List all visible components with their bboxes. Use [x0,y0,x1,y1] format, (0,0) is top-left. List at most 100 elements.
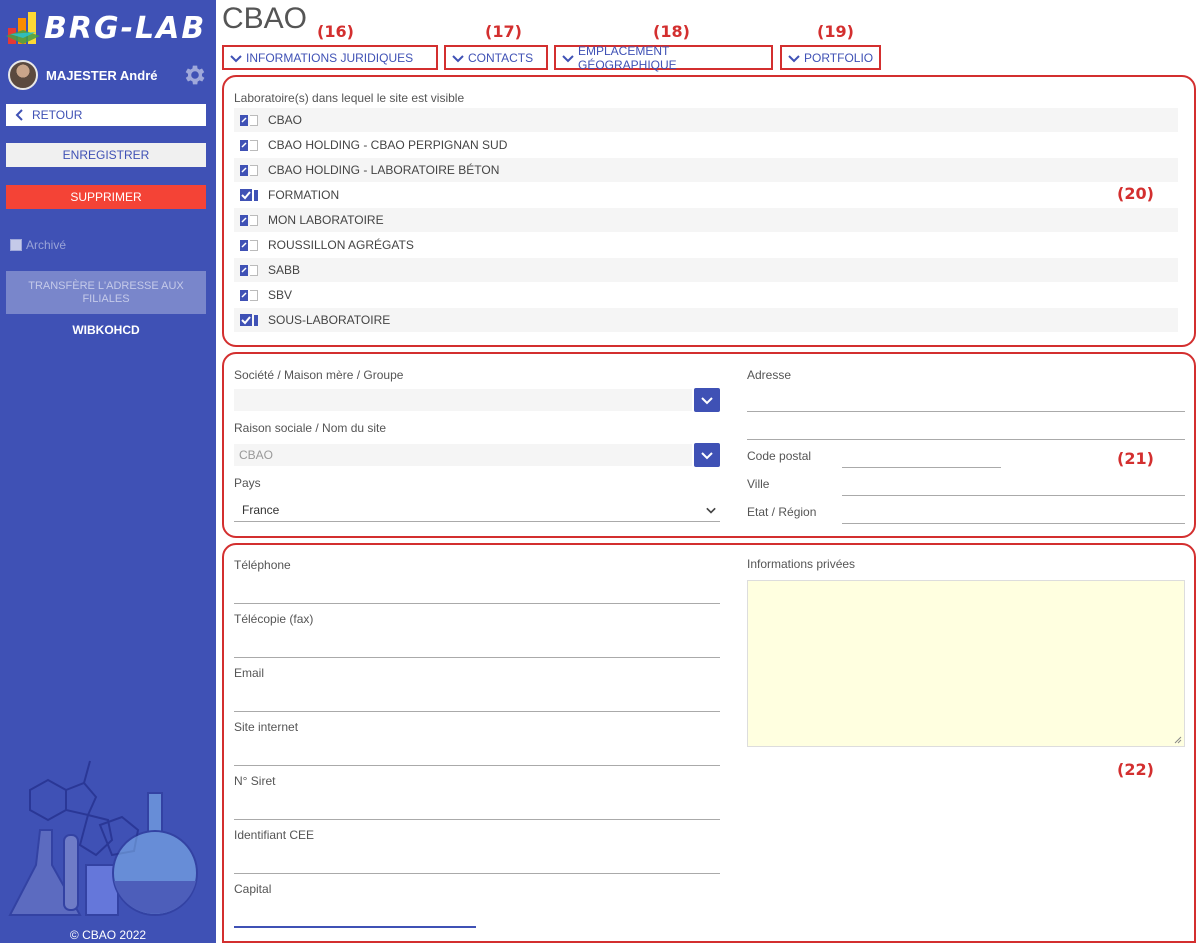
checkbox-partial-icon[interactable] [234,139,268,151]
raison-dropdown-button[interactable] [694,443,720,467]
raison-select[interactable]: CBAO [234,444,692,466]
tab-label: INFORMATIONS JURIDIQUES [246,50,414,65]
copyright: © CBAO 2022 [69,928,147,942]
save-button[interactable]: ENREGISTRER [6,143,206,167]
annotation-21: (21) [1117,449,1154,468]
email-label: Email [234,666,265,680]
raison-label: Raison sociale / Nom du site [234,421,387,435]
chevron-down-icon [788,54,800,62]
sidebar: BRG-LAB MAJESTER André RETOUR ENREGISTRE… [0,0,216,943]
lab-name: CBAO [268,113,303,127]
checkbox-partial-icon[interactable] [234,114,268,126]
lab-row[interactable]: MON LABORATOIRE [234,208,1178,232]
user-name: MAJESTER André [46,67,158,83]
lab-name: ROUSSILLON AGRÉGATS [268,238,414,252]
checkbox-checked-icon[interactable] [234,314,268,326]
address-line1-input[interactable] [747,390,1185,412]
checkbox-partial-icon[interactable] [234,239,268,251]
gear-icon[interactable] [182,62,208,88]
back-label: RETOUR [32,108,83,122]
chevron-down-icon [706,507,716,514]
transfer-address-button[interactable]: TRANSFÈRE L'ADRESSE AUX FILIALES [6,271,206,314]
lab-name: CBAO HOLDING - CBAO PERPIGNAN SUD [268,138,508,152]
lab-name: SBV [268,288,293,302]
country-label: Pays [234,476,261,490]
checkbox-partial-icon[interactable] [234,289,268,301]
app-root: BRG-LAB MAJESTER André RETOUR ENREGISTRE… [0,0,1199,943]
archive-label: Archivé [26,238,67,252]
city-label: Ville [747,477,770,491]
cee-label: Identifiant CEE [234,828,315,842]
lab-row[interactable]: FORMATION [234,183,1178,207]
back-button[interactable]: RETOUR [6,104,206,126]
lab-row[interactable]: CBAO HOLDING - LABORATOIRE BÉTON [234,158,1178,182]
lab-row[interactable]: SBV [234,283,1178,307]
annotation-16: (16) [317,22,354,41]
tab-label: CONTACTS [468,50,534,65]
state-input[interactable] [842,502,1185,524]
company-label: Société / Maison mère / Groupe [234,368,404,382]
annotation-22: (22) [1117,760,1154,779]
website-input[interactable] [234,742,720,766]
lab-glassware-illustration [8,760,198,916]
checkbox-partial-icon[interactable] [234,214,268,226]
checkbox-checked-icon[interactable] [234,189,268,201]
brand-logo: BRG-LAB [6,8,206,48]
address-line2-input[interactable] [747,418,1185,440]
capital-input[interactable] [234,904,476,928]
delete-button[interactable]: SUPPRIMER [6,185,206,209]
avatar[interactable] [8,60,38,90]
tab-portfolio[interactable]: PORTFOLIO [780,45,881,70]
tab-label: EMPLACEMENT GÉOGRAPHIQUE [577,43,677,72]
postal-input[interactable] [842,446,1001,468]
cee-input[interactable] [234,850,720,874]
tab-emplacement-geographique[interactable]: EMPLACEMENT GÉOGRAPHIQUE [554,43,773,72]
tab-informations-juridiques[interactable]: INFORMATIONS JURIDIQUES [222,45,438,70]
annotation-18: (18) [653,22,690,41]
tab-contacts[interactable]: CONTACTS [444,45,548,70]
state-label: Etat / Région [747,505,817,519]
lab-row[interactable]: CBAO HOLDING - CBAO PERPIGNAN SUD [234,133,1178,157]
lab-name: FORMATION [268,188,340,202]
lab-row[interactable]: ROUSSILLON AGRÉGATS [234,233,1178,257]
phone-input[interactable] [234,580,720,604]
postal-label: Code postal [747,449,812,463]
checkbox-partial-icon[interactable] [234,164,268,176]
chevron-down-icon [230,54,242,62]
chevron-left-icon [15,109,23,121]
user-panel: MAJESTER André [8,60,208,90]
chevron-down-icon [701,452,713,460]
chevron-down-icon [701,397,713,405]
lab-name: MON LABORATOIRE [268,213,384,227]
private-info-label: Informations privées [747,557,856,571]
labs-label: Laboratoire(s) dans lequel le site est v… [234,91,465,105]
checkbox-partial-icon[interactable] [234,264,268,276]
page-title: CBAO [222,2,308,35]
lab-name: CBAO HOLDING - LABORATOIRE BÉTON [268,163,500,177]
archive-checkbox[interactable]: Archivé [10,238,66,252]
private-info-textarea[interactable] [747,580,1185,747]
siret-input[interactable] [234,796,720,820]
annotation-17: (17) [485,22,522,41]
annotation-19: (19) [817,22,854,41]
siret-label: N° Siret [234,774,276,788]
raison-value: CBAO [239,448,274,462]
city-input[interactable] [842,474,1185,496]
company-select[interactable] [234,389,692,411]
fax-input[interactable] [234,634,720,658]
fax-label: Télécopie (fax) [234,612,314,626]
lab-name: SABB [268,263,301,277]
brand-name: BRG-LAB [44,10,207,46]
lab-name: SOUS-LABORATOIRE [268,313,391,327]
resize-handle-icon[interactable] [1174,736,1182,744]
company-dropdown-button[interactable] [694,388,720,412]
country-select[interactable]: France [234,498,720,522]
lab-row[interactable]: CBAO [234,108,1178,132]
email-input[interactable] [234,688,720,712]
site-code: WIBKOHCD [72,323,140,337]
tab-label: PORTFOLIO [804,50,874,65]
archive-checkbox-box[interactable] [10,239,22,251]
lab-row[interactable]: SOUS-LABORATOIRE [234,308,1178,332]
capital-label: Capital [234,882,272,896]
lab-row[interactable]: SABB [234,258,1178,282]
